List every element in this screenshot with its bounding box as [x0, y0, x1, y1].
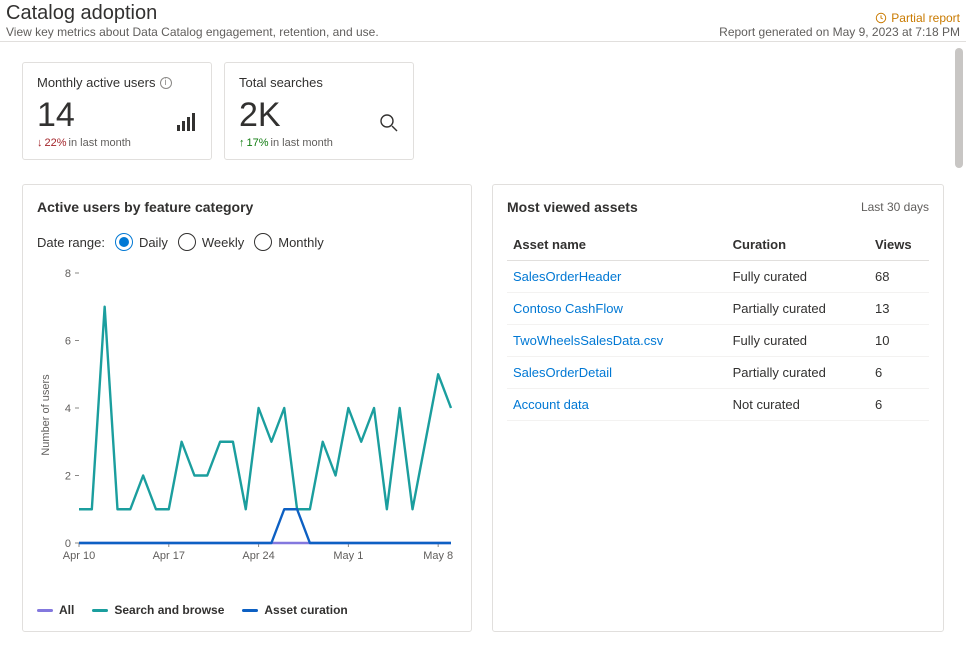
table-row: Contoso CashFlowPartially curated13 — [507, 293, 929, 325]
panel-active-users-chart: Active users by feature category Date ra… — [22, 184, 472, 632]
table-row: TwoWheelsSalesData.csvFully curated10 — [507, 325, 929, 357]
asset-curation: Fully curated — [727, 325, 869, 357]
asset-curation: Not curated — [727, 389, 869, 421]
svg-text:2: 2 — [65, 471, 71, 483]
panel-title: Active users by feature category — [37, 199, 457, 215]
kpi-total-searches[interactable]: Total searches 2K ↑ 17% in last month — [224, 62, 414, 160]
assets-table: Asset name Curation Views SalesOrderHead… — [507, 229, 929, 421]
table-row: SalesOrderHeaderFully curated68 — [507, 261, 929, 293]
asset-curation: Partially curated — [727, 357, 869, 389]
page-title: Catalog adoption — [6, 2, 379, 25]
panel-title: Most viewed assets — [507, 199, 638, 215]
kpi-trend: ↑ 17% in last month — [239, 137, 399, 149]
svg-text:May 1: May 1 — [333, 550, 363, 562]
asset-link[interactable]: Account data — [507, 389, 727, 421]
kpi-label: Monthly active users — [37, 75, 156, 90]
asset-views: 13 — [869, 293, 929, 325]
scrollbar-thumb[interactable] — [955, 48, 963, 168]
asset-views: 6 — [869, 389, 929, 421]
col-asset-name[interactable]: Asset name — [507, 229, 727, 261]
svg-text:8: 8 — [65, 268, 71, 280]
radio-monthly[interactable]: Monthly — [254, 233, 324, 251]
arrow-up-icon: ↑ — [239, 137, 245, 149]
svg-text:6: 6 — [65, 336, 71, 348]
legend-search[interactable]: Search and browse — [92, 603, 224, 617]
asset-link[interactable]: SalesOrderHeader — [507, 261, 727, 293]
line-chart: Number of users 0 2 4 6 8 Apr 10 Apr 17 Apr 24 Ma… — [37, 265, 457, 595]
date-range-label: Date range: — [37, 235, 105, 250]
bar-chart-icon — [177, 113, 197, 134]
table-row: SalesOrderDetailPartially curated6 — [507, 357, 929, 389]
svg-text:Number of users: Number of users — [40, 374, 52, 456]
asset-link[interactable]: Contoso CashFlow — [507, 293, 727, 325]
col-curation[interactable]: Curation — [727, 229, 869, 261]
svg-text:4: 4 — [65, 403, 71, 415]
asset-link[interactable]: SalesOrderDetail — [507, 357, 727, 389]
asset-link[interactable]: TwoWheelsSalesData.csv — [507, 325, 727, 357]
search-icon — [379, 113, 399, 136]
asset-views: 10 — [869, 325, 929, 357]
partial-report-badge: Partial report — [875, 11, 960, 25]
asset-views: 68 — [869, 261, 929, 293]
panel-most-viewed-assets: Most viewed assets Last 30 days Asset na… — [492, 184, 944, 632]
asset-curation: Fully curated — [727, 261, 869, 293]
radio-daily[interactable]: Daily — [115, 233, 168, 251]
page-subtitle: View key metrics about Data Catalog enga… — [6, 25, 379, 39]
page-header: Catalog adoption View key metrics about … — [0, 0, 966, 42]
svg-text:May 8: May 8 — [423, 550, 453, 562]
asset-curation: Partially curated — [727, 293, 869, 325]
legend-curation[interactable]: Asset curation — [242, 603, 347, 617]
svg-text:Apr 17: Apr 17 — [153, 550, 185, 562]
arrow-down-icon: ↓ — [37, 137, 43, 149]
asset-views: 6 — [869, 357, 929, 389]
clock-warning-icon — [875, 12, 887, 24]
svg-text:Apr 10: Apr 10 — [63, 550, 95, 562]
radio-weekly[interactable]: Weekly — [178, 233, 244, 251]
report-generated-label: Report generated on May 9, 2023 at 7:18 … — [719, 25, 960, 39]
info-icon[interactable]: i — [160, 77, 172, 89]
kpi-value: 2K — [239, 96, 399, 135]
kpi-label: Total searches — [239, 75, 323, 90]
kpi-monthly-active-users[interactable]: Monthly active users i 14 ↓ 22% in last … — [22, 62, 212, 160]
vertical-scrollbar[interactable] — [954, 48, 964, 646]
svg-text:Apr 24: Apr 24 — [242, 550, 274, 562]
kpi-trend: ↓ 22% in last month — [37, 137, 197, 149]
table-row: Account dataNot curated6 — [507, 389, 929, 421]
legend-all[interactable]: All — [37, 603, 74, 617]
kpi-value: 14 — [37, 96, 197, 135]
panel-period: Last 30 days — [861, 200, 929, 214]
col-views[interactable]: Views — [869, 229, 929, 261]
svg-text:0: 0 — [65, 538, 71, 550]
